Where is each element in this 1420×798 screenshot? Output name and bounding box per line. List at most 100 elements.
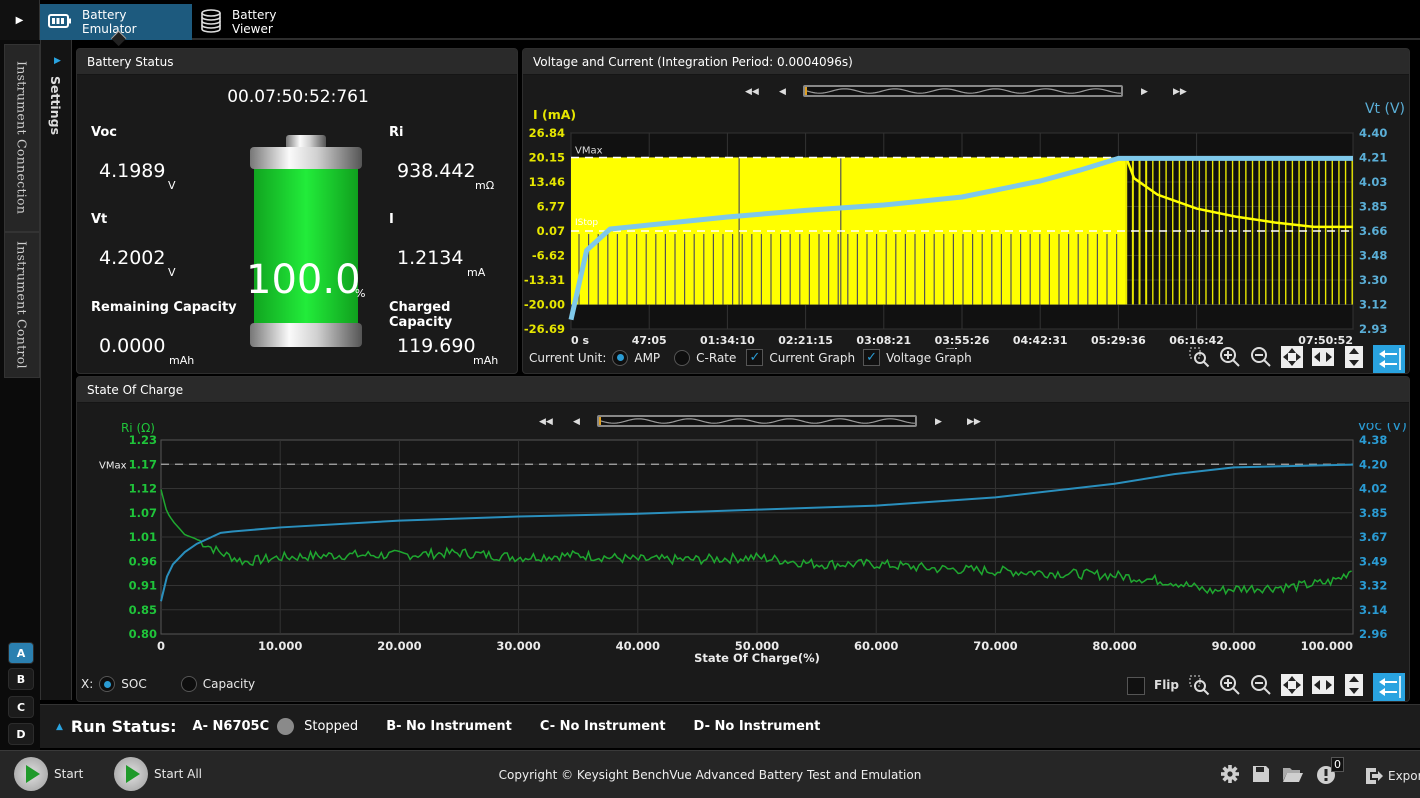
start-all-button[interactable]: Start All [114, 757, 202, 791]
x-tick: 70.000 [973, 639, 1017, 653]
tab-battery-viewer[interactable]: Battery Viewer [192, 4, 332, 40]
y-right-tick: 3.14 [1359, 603, 1387, 617]
voc-label: Voc [91, 125, 117, 140]
y-left-tick: 1.17 [129, 457, 157, 471]
database-icon [200, 8, 222, 36]
y-left-tick: 0.85 [129, 603, 157, 617]
battery-gauge: 100.0 % [242, 133, 370, 359]
channel-c-button[interactable]: C [8, 696, 34, 718]
y-right-label: Voc (V) [1357, 423, 1407, 434]
channel-c-instrument: C- No Instrument [539, 719, 666, 734]
expand-left-panel-button[interactable]: ▶ [0, 0, 40, 40]
x-tick: 0 [157, 639, 165, 653]
channel-a-button[interactable]: A [8, 642, 34, 664]
play-icon [14, 757, 48, 791]
pan-mode-icon [1379, 676, 1401, 698]
y-right-tick: 4.21 [1359, 151, 1387, 165]
collapse-run-status-icon[interactable]: ▲ [56, 722, 63, 732]
panel-title: State Of Charge [77, 377, 1409, 403]
x-tick: 0 s [571, 334, 589, 347]
copyright-text: Copyright © Keysight BenchVue Advanced B… [498, 768, 922, 782]
current-unit-label: Current Unit: [529, 350, 607, 365]
x-tick: 90.000 [1212, 639, 1256, 653]
channel-d-button[interactable]: D [8, 723, 34, 745]
alert-count: 0 [1331, 757, 1344, 772]
flip-checkbox[interactable] [1127, 677, 1145, 695]
alert-icon[interactable]: 0 [1316, 757, 1344, 788]
zoom-out-button[interactable] [1249, 673, 1273, 697]
pan-mode-button[interactable] [1373, 673, 1405, 701]
zoom-in-button[interactable] [1218, 345, 1242, 369]
instrument-control-tab[interactable]: Instrument Control [4, 232, 40, 378]
start-button[interactable]: Start [14, 757, 83, 791]
open-folder-icon[interactable] [1282, 765, 1304, 786]
fit-vertical-button[interactable] [1342, 345, 1366, 369]
zoom-out-icon [1251, 347, 1271, 367]
y-left-tick: 1.07 [129, 506, 157, 520]
settings-label: Settings [48, 76, 63, 136]
zoom-in-button[interactable] [1218, 673, 1242, 697]
tab-label: Instrument Connection [14, 61, 30, 215]
channel-b-button[interactable]: B [8, 668, 34, 690]
c-rate-label: C-Rate [696, 350, 737, 365]
ri-label: Ri [389, 125, 404, 140]
expand-settings-icon[interactable]: ▶ [54, 56, 61, 66]
pan-mode-button[interactable] [1373, 345, 1405, 373]
export-button[interactable]: Export [1364, 766, 1420, 786]
state-of-charge-panel: State Of Charge ◀◀ ◀ ▶ ▶▶ VMax 1.23 1.17 1.… [76, 376, 1410, 702]
settings-rail[interactable]: ▶ Settings [40, 40, 72, 700]
y-right-tick: 4.02 [1359, 482, 1387, 496]
fit-horizontal-button[interactable] [1311, 345, 1335, 369]
x-tick: 04:42:31 [1013, 334, 1068, 347]
x-tick: 80.000 [1092, 639, 1136, 653]
zoom-out-icon [1251, 675, 1271, 695]
y-right-tick: 3.85 [1359, 506, 1387, 520]
voltage-current-chart[interactable]: VMax IStop 26.84 20.15 13.46 6.77 0.07 -6.62 -13… [523, 79, 1411, 349]
fit-horizontal-icon [1312, 676, 1334, 694]
zoom-in-icon [1220, 675, 1240, 695]
zoom-out-button[interactable] [1249, 345, 1273, 369]
y-left-label: I (mA) [533, 107, 576, 122]
soc-radio[interactable] [99, 676, 116, 692]
c-rate-radio[interactable] [674, 349, 691, 366]
tab-label: Battery Viewer [232, 8, 277, 36]
start-label: Start [54, 767, 84, 781]
settings-gear-icon[interactable] [1220, 764, 1240, 787]
fit-vertical-button[interactable] [1342, 673, 1366, 697]
tab-battery-emulator[interactable]: Battery Emulator [40, 4, 192, 40]
amp-radio[interactable] [612, 349, 629, 366]
current-graph-checkbox[interactable]: ✓ [746, 349, 764, 366]
x-tick: 02:21:15 [778, 334, 833, 347]
vt-unit: V [168, 266, 176, 279]
ri-value: 938.442 [397, 160, 476, 182]
y-right-tick: 2.93 [1359, 322, 1387, 336]
zoom-region-button[interactable] [1187, 673, 1211, 697]
zoom-region-icon [1189, 675, 1210, 696]
y-left-tick: -13.31 [524, 273, 565, 287]
voltage-graph-checkbox[interactable]: ✓ [863, 349, 881, 366]
state-of-charge-chart[interactable]: VMax 1.23 1.17 1.12 1.07 1.01 0.96 0.91 0.85 0.80… [77, 423, 1411, 673]
soc-label: SOC [121, 677, 147, 691]
charged-capacity-label: Charged Capacity [389, 300, 453, 330]
y-right-label: Vt (V) [1365, 101, 1405, 117]
remaining-capacity-value: 0.0000 [99, 335, 166, 357]
battery-icon [250, 135, 362, 347]
battery-icon [48, 13, 72, 31]
y-left-tick: -26.69 [524, 322, 565, 336]
fit-horizontal-button[interactable] [1311, 673, 1335, 697]
fit-all-button[interactable] [1280, 345, 1304, 369]
x-tick: 01:34:10 [700, 334, 755, 347]
vmax-annotation: VMax [575, 145, 603, 156]
export-label: Export [1388, 768, 1420, 783]
tab-label: Battery Emulator [82, 8, 137, 36]
zoom-region-button[interactable] [1187, 345, 1211, 369]
y-right-tick: 4.20 [1359, 457, 1387, 471]
capacity-radio[interactable] [180, 676, 197, 692]
save-icon[interactable] [1252, 765, 1270, 786]
instrument-connection-tab[interactable]: Instrument Connection [4, 44, 40, 232]
chart-toolbar [1187, 673, 1405, 701]
y-right-tick: 3.12 [1359, 298, 1387, 312]
fit-all-button[interactable] [1280, 673, 1304, 697]
channel-d-instrument: D- No Instrument [693, 719, 821, 734]
channel-a-state: Stopped [304, 719, 359, 734]
